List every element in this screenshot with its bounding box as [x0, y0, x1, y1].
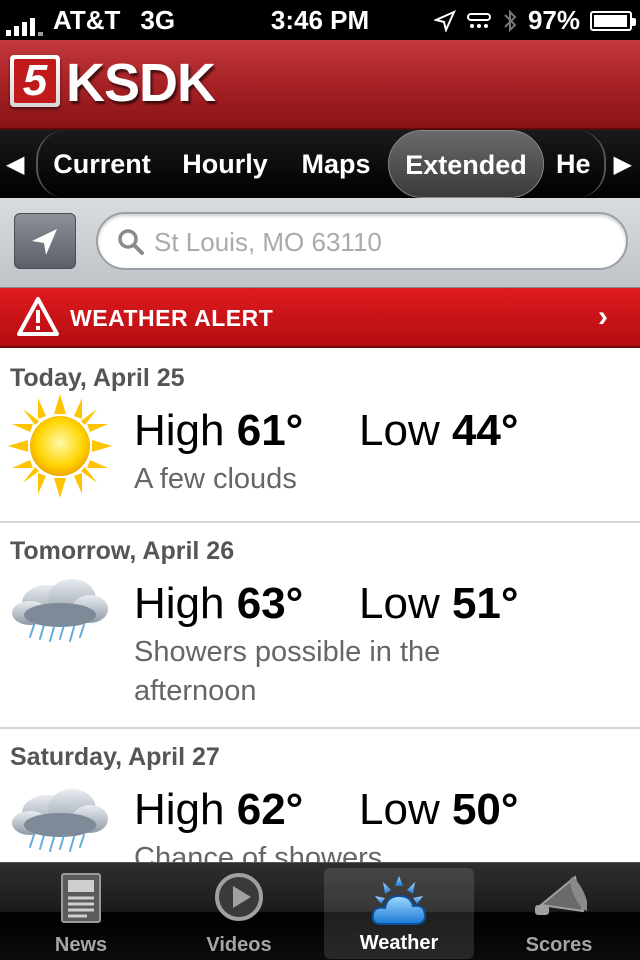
bottom-tab-bar: News Videos Weather Scores [0, 862, 640, 960]
scroll-left-icon[interactable]: ◀ [6, 150, 24, 179]
forecast-temps: High 62° Low 50° [134, 785, 519, 835]
tabbar-label: Weather [359, 932, 439, 954]
high-temp: 63° [236, 579, 304, 628]
tabbar-label: Videos [206, 934, 272, 956]
forecast-description: A few clouds [134, 463, 297, 495]
status-right: 97% [433, 5, 636, 36]
sun-icon [8, 394, 112, 498]
tab-track: Current Hourly Maps Extended He [36, 130, 606, 198]
forecast-item[interactable]: Saturday, April 27 High 62° Low 50° Chan… [0, 729, 640, 862]
tabbar-scores[interactable]: Scores [484, 863, 634, 960]
low-temp: 51° [451, 579, 519, 628]
newspaper-icon [61, 873, 101, 923]
forecast-description: Showers possible in the afternoon [134, 636, 441, 707]
section-tab-nav: ◀ Current Hourly Maps Extended He ▶ [0, 130, 640, 198]
bluetooth-icon [504, 9, 517, 32]
battery-icon [590, 10, 636, 31]
low-temp: 50° [451, 785, 519, 834]
low-temp: 44° [451, 406, 519, 455]
forecast-temps: High 61° Low 44° [134, 406, 519, 456]
low-label: Low [359, 406, 440, 455]
search-box[interactable] [96, 212, 628, 270]
locate-button[interactable] [14, 213, 76, 269]
weather-icon [371, 876, 427, 925]
rain-cloud-icon [12, 789, 108, 852]
scroll-right-icon[interactable]: ▶ [614, 150, 632, 179]
forecast-temps: High 63° Low 51° [134, 579, 519, 629]
forecast-date: Saturday, April 27 [10, 743, 220, 771]
tabbar-label: Scores [525, 934, 593, 956]
tabbar-news[interactable]: News [6, 863, 156, 960]
tabbar-weather[interactable]: Weather [324, 868, 474, 959]
tabbar-label: News [54, 934, 108, 956]
rain-cloud-icon [12, 579, 108, 642]
forecast-list: Today, April 25 High 61° Low 44° A few c… [0, 350, 640, 862]
high-label: High [134, 406, 225, 455]
play-icon [215, 873, 263, 921]
logo-badge: 5 [10, 55, 60, 107]
location-arrow-icon [433, 9, 456, 32]
tab-maps[interactable]: Maps [294, 130, 378, 198]
tab-hourly[interactable]: Hourly [178, 130, 272, 198]
search-row [0, 198, 640, 288]
tty-icon [466, 12, 491, 28]
search-input[interactable] [154, 222, 614, 262]
logo-text: KSDK [66, 53, 216, 113]
logo-number: 5 [14, 59, 56, 103]
high-label: High [134, 785, 225, 834]
tab-current[interactable]: Current [42, 130, 162, 198]
alert-label: WEATHER ALERT [70, 305, 274, 331]
high-temp: 62° [236, 785, 304, 834]
high-label: High [134, 579, 225, 628]
forecast-date: Tomorrow, April 26 [10, 537, 235, 565]
low-label: Low [359, 579, 440, 628]
low-label: Low [359, 785, 440, 834]
high-temp: 61° [236, 406, 304, 455]
status-bar: AT&T 3G 3:46 PM 97% [0, 0, 640, 40]
weather-alert-banner[interactable]: WEATHER ALERT › [0, 288, 640, 348]
battery-percent: 97% [527, 5, 580, 35]
search-icon [118, 229, 144, 255]
megaphone-icon [535, 875, 587, 915]
brand-header: 5 KSDK [0, 40, 640, 130]
forecast-item[interactable]: Tomorrow, April 26 High 63° Low 51° Show… [0, 523, 640, 729]
tabbar-videos[interactable]: Videos [164, 863, 314, 960]
location-arrow-icon [32, 229, 57, 255]
chevron-right-icon: › [598, 300, 608, 333]
warning-icon [17, 297, 59, 336]
tab-extended[interactable]: Extended [388, 130, 544, 198]
forecast-date: Today, April 25 [10, 364, 185, 392]
forecast-description: Chance of showers [134, 842, 383, 862]
tab-partial[interactable]: He [556, 130, 604, 198]
forecast-item[interactable]: Today, April 25 High 61° Low 44° A few c… [0, 350, 640, 523]
